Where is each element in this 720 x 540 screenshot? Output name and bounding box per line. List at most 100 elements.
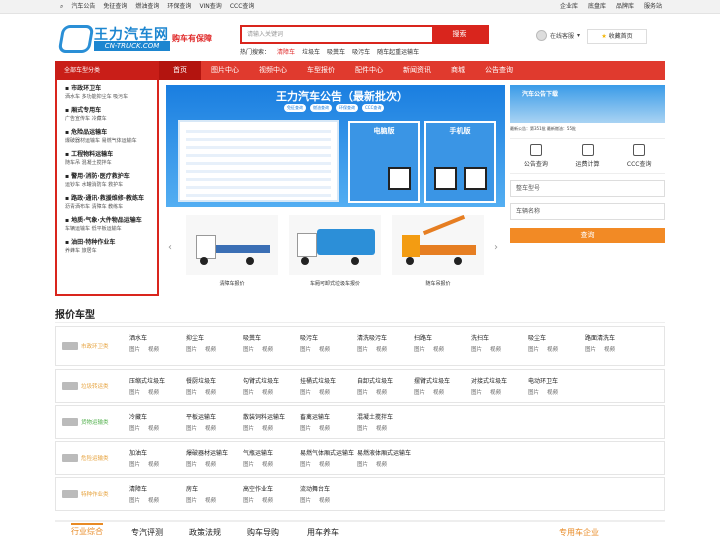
image-link[interactable]: 图片	[186, 462, 197, 468]
video-link[interactable]: 视频	[148, 426, 159, 432]
vehicle-name[interactable]: 对接式垃圾车	[471, 376, 528, 385]
sidebar-group-subs[interactable]: 运钞车 水罐消防车 救护车	[65, 181, 157, 190]
mobile-version-card[interactable]: 手机版	[424, 121, 496, 203]
bottom-tab[interactable]: 购车导购	[247, 527, 279, 538]
image-link[interactable]: 图片	[357, 390, 368, 396]
vehicle-name[interactable]: 畜禽运输车	[300, 412, 357, 421]
vehicle-name[interactable]: 爆破器材运输车	[186, 448, 243, 457]
video-link[interactable]: 视频	[262, 462, 273, 468]
top-link[interactable]: 品牌库	[616, 0, 634, 14]
top-link[interactable]: 环保查询	[167, 0, 191, 14]
sidebar-group-subs[interactable]: 随车吊 混凝土搅拌车	[65, 159, 157, 168]
video-link[interactable]: 视频	[547, 347, 558, 353]
hot-search-item[interactable]: 垃圾车	[302, 47, 320, 56]
vehicle-name[interactable]: 易燃液体厢式运输车	[357, 448, 414, 457]
vehicle-name[interactable]: 吸粪车	[243, 333, 300, 342]
top-link[interactable]: 燃油查询	[135, 0, 159, 14]
vehicle-name[interactable]: 吸污车	[300, 333, 357, 342]
image-link[interactable]: 图片	[528, 347, 539, 353]
bottom-tab[interactable]: 用车养车	[307, 527, 339, 538]
tool-item[interactable]: CCC查询	[613, 139, 665, 173]
image-link[interactable]: 图片	[186, 498, 197, 504]
image-link[interactable]: 图片	[243, 426, 254, 432]
video-link[interactable]: 视频	[262, 347, 273, 353]
vehicle-name[interactable]: 抑尘车	[186, 333, 243, 342]
sidebar-group[interactable]: ▪ 路政·通讯·救援维修·教练车 沥青洒布车 清障车 教练车	[65, 194, 157, 212]
row-category[interactable]: 垃圾转运类	[56, 370, 126, 402]
nav-item[interactable]: 图片中心	[201, 61, 249, 80]
sidebar-group-subs[interactable]: 洒水车 多功能抑尘车 吸污车	[65, 93, 157, 102]
sidebar-group[interactable]: ▪ 厢式专用车 广告宣传车 冷藏车	[65, 106, 157, 124]
image-link[interactable]: 图片	[243, 347, 254, 353]
top-link[interactable]: 企业库	[560, 0, 578, 14]
video-link[interactable]: 视频	[205, 426, 216, 432]
nav-item[interactable]: 车型报价	[297, 61, 345, 80]
sidebar-group-subs[interactable]: 车辆运输车 低平板运输车	[65, 225, 157, 234]
online-service[interactable]: 在线客服 ▾	[536, 30, 580, 41]
video-link[interactable]: 视频	[262, 498, 273, 504]
vehicle-name[interactable]: 易燃气体厢式运输车	[300, 448, 357, 457]
sidebar-group[interactable]: ▪ 地质·气象·大件物品运输车 车辆运输车 低平板运输车	[65, 216, 157, 234]
video-link[interactable]: 视频	[205, 498, 216, 504]
video-link[interactable]: 视频	[376, 462, 387, 468]
sidebar-group-subs[interactable]: 爆破器材运输车 易燃气体运输车	[65, 137, 157, 146]
top-link[interactable]: 汽车公告	[71, 0, 95, 14]
image-link[interactable]: 图片	[243, 390, 254, 396]
search-button[interactable]: 搜索	[432, 27, 487, 42]
image-link[interactable]: 图片	[414, 390, 425, 396]
image-link[interactable]: 图片	[585, 347, 596, 353]
chevron-left-icon[interactable]: ‹	[168, 242, 172, 253]
nav-item[interactable]: 首页	[159, 61, 201, 80]
vehicle-name[interactable]: 路面清洗车	[585, 333, 642, 342]
query-button[interactable]: 查询	[510, 228, 665, 243]
video-link[interactable]: 视频	[376, 347, 387, 353]
top-link[interactable]: 服务站	[644, 0, 662, 14]
vehicle-name[interactable]: 洗扫车	[471, 333, 528, 342]
video-link[interactable]: 视频	[262, 390, 273, 396]
image-link[interactable]: 图片	[357, 426, 368, 432]
sidebar-group-subs[interactable]: 广告宣传车 冷藏车	[65, 115, 157, 124]
video-link[interactable]: 视频	[262, 426, 273, 432]
video-link[interactable]: 视频	[148, 390, 159, 396]
sidebar-group-title[interactable]: ▪ 工程物料运输车	[65, 150, 157, 159]
video-link[interactable]: 视频	[205, 390, 216, 396]
sidebar-group-title[interactable]: ▪ 危险品运输车	[65, 128, 157, 137]
tool-item[interactable]: 公告查询	[510, 139, 562, 173]
image-link[interactable]: 图片	[129, 390, 140, 396]
vehicle-name[interactable]: 清障车	[129, 484, 186, 493]
sidebar-group-title[interactable]: ▪ 厢式专用车	[65, 106, 157, 115]
image-link[interactable]: 图片	[528, 390, 539, 396]
hot-search-item[interactable]: 吸粪车	[327, 47, 345, 56]
video-link[interactable]: 视频	[376, 390, 387, 396]
vehicle-name[interactable]: 电动环卫车	[528, 376, 585, 385]
favorite-button[interactable]: ★ 收藏首页	[587, 29, 647, 44]
image-link[interactable]: 图片	[243, 462, 254, 468]
vehicle-name[interactable]: 清洗吸污车	[357, 333, 414, 342]
vehicle-name[interactable]: 洒水车	[129, 333, 186, 342]
sidebar-group[interactable]: ▪ 危险品运输车 爆破器材运输车 易燃气体运输车	[65, 128, 157, 146]
sidebar-group-title[interactable]: ▪ 警用·消防·医疗救护车	[65, 172, 157, 181]
image-link[interactable]: 图片	[243, 498, 254, 504]
video-link[interactable]: 视频	[604, 347, 615, 353]
video-link[interactable]: 视频	[148, 498, 159, 504]
video-link[interactable]: 视频	[319, 498, 330, 504]
sidebar-group-subs[interactable]: 沥青洒布车 清障车 教练车	[65, 203, 157, 212]
vehicle-name[interactable]: 冷藏车	[129, 412, 186, 421]
sidebar-group-title[interactable]: ▪ 地质·气象·大件物品运输车	[65, 216, 157, 225]
vehicle-name[interactable]: 自卸式垃圾车	[357, 376, 414, 385]
row-category[interactable]: 市政环卫类	[56, 327, 126, 365]
vehicle-name[interactable]: 压缩式垃圾车	[129, 376, 186, 385]
truck-card[interactable]: 随车吊报价	[392, 215, 484, 291]
model-input[interactable]: 整车型号	[510, 180, 665, 197]
top-link[interactable]: 免征查询	[103, 0, 127, 14]
image-link[interactable]: 图片	[471, 347, 482, 353]
vehicle-name[interactable]: 吸尘车	[528, 333, 585, 342]
video-link[interactable]: 视频	[547, 390, 558, 396]
vehicle-name[interactable]: 平板运输车	[186, 412, 243, 421]
vehicle-name[interactable]: 摆臂式垃圾车	[414, 376, 471, 385]
video-link[interactable]: 视频	[205, 462, 216, 468]
vehicle-name-input[interactable]: 车辆名称	[510, 203, 665, 220]
image-link[interactable]: 图片	[186, 347, 197, 353]
video-link[interactable]: 视频	[376, 426, 387, 432]
top-link[interactable]: VIN查询	[199, 0, 221, 14]
